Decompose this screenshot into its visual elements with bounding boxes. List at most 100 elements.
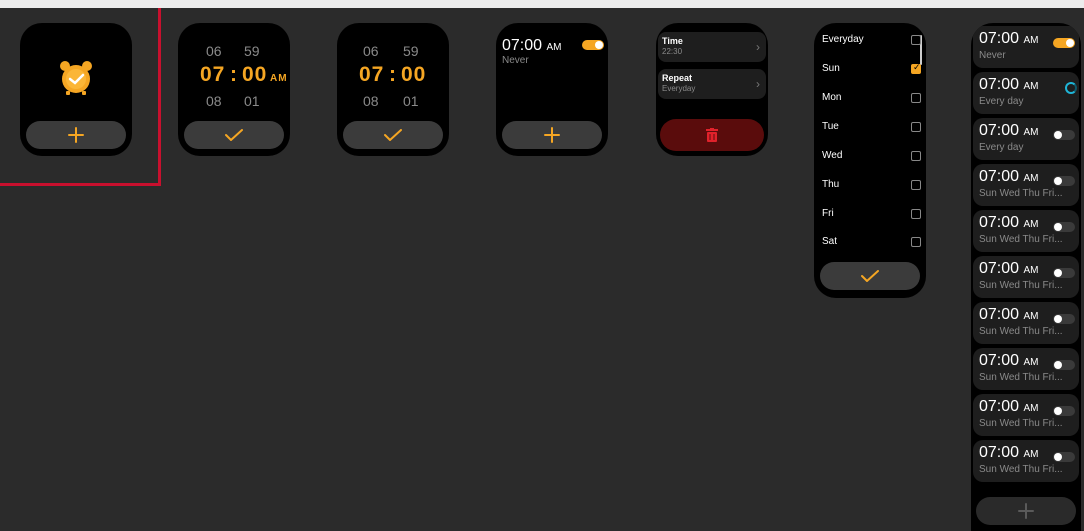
alarm-item[interactable]: 07:00 AM Sun Wed Thu Fri... (973, 440, 1079, 482)
selected-minute[interactable]: 00 (242, 63, 267, 87)
alarm-repeat: Sun Wed Thu Fri... (979, 234, 1063, 245)
checkbox[interactable] (911, 122, 921, 132)
alarm-item[interactable]: 07:00 AM Sun Wed Thu Fri... (973, 302, 1079, 344)
alarm-item[interactable]: 07:00 AM Sun Wed Thu Fri... (973, 164, 1079, 206)
checkbox[interactable] (911, 93, 921, 103)
alarm-time-value: 07:00 (979, 30, 1020, 47)
prev-hour[interactable]: 06 (363, 43, 379, 59)
prev-minute[interactable]: 59 (403, 43, 419, 59)
day-row-fri[interactable]: Fri (822, 205, 921, 225)
screen-alarm-list-single: 07:00 AM Never (496, 23, 608, 156)
time-separator: : (389, 63, 397, 86)
repeat-setting-row[interactable]: Repeat Everyday › (658, 69, 766, 99)
alarm-toggle[interactable] (1053, 222, 1075, 232)
alarm-time: 07:00 AM (979, 444, 1039, 462)
selected-hour[interactable]: 07 (359, 63, 384, 87)
alarm-ampm: AM (1023, 219, 1039, 230)
alarm-time: 07:00 AM (979, 260, 1039, 278)
alarm-item[interactable]: 07:00 AM Never (502, 37, 604, 71)
alarm-repeat: Sun Wed Thu Fri... (979, 418, 1063, 429)
day-row-wed[interactable]: Wed (822, 147, 921, 167)
prev-hour[interactable]: 06 (206, 43, 222, 59)
alarm-item[interactable]: 07:00 AM Sun Wed Thu Fri... (973, 348, 1079, 390)
alarm-item[interactable]: 07:00 AM Sun Wed Thu Fri... (973, 210, 1079, 252)
add-alarm-button[interactable] (502, 121, 602, 149)
day-row-sat[interactable]: Sat (822, 233, 921, 253)
alarm-toggle[interactable] (1053, 38, 1075, 48)
alarm-toggle[interactable] (1053, 176, 1075, 186)
alarm-repeat: Sun Wed Thu Fri... (979, 326, 1063, 337)
alarm-toggle[interactable] (1053, 314, 1075, 324)
alarm-toggle[interactable] (1053, 360, 1075, 370)
prev-minute[interactable]: 59 (244, 43, 260, 59)
checkbox[interactable] (911, 151, 921, 161)
alarm-toggle[interactable] (1053, 406, 1075, 416)
screen-alarm-list-full: 07:00 AM Never 07:00 AM Every day 07:00 … (971, 23, 1081, 531)
checkmark-icon (861, 270, 879, 282)
alarm-time-value: 07:00 (979, 352, 1020, 369)
alarm-item[interactable]: 07:00 AM Sun Wed Thu Fri... (973, 256, 1079, 298)
day-row-thu[interactable]: Thu (822, 176, 921, 196)
alarm-toggle[interactable] (1053, 452, 1075, 462)
delete-alarm-button[interactable] (660, 119, 764, 151)
next-hour[interactable]: 08 (206, 93, 222, 109)
time-setting-row[interactable]: Time 22:30 › (658, 32, 766, 62)
alarm-time: 07:00 AM (979, 398, 1039, 416)
alarm-item[interactable]: 07:00 AM Sun Wed Thu Fri... (973, 394, 1079, 436)
ampm-label[interactable]: AM (270, 73, 288, 84)
day-row-everyday[interactable]: Everyday (822, 31, 921, 51)
screen-empty-alarm (20, 23, 132, 156)
alarm-time-value: 07:00 (979, 76, 1020, 93)
alarm-time: 07:00 AM (979, 352, 1039, 370)
confirm-button[interactable] (820, 262, 920, 290)
day-row-sun[interactable]: Sun (822, 60, 921, 80)
checkbox-checked[interactable] (911, 62, 921, 74)
alarm-time-value: 07:00 (979, 168, 1020, 185)
top-strip (0, 0, 1084, 8)
alarm-time-value: 07:00 (979, 398, 1020, 415)
day-label: Wed (822, 150, 843, 161)
chevron-right-icon: › (756, 40, 760, 54)
alarm-toggle[interactable] (582, 40, 604, 50)
chevron-right-icon: › (756, 77, 760, 91)
alarm-repeat: Sun Wed Thu Fri... (979, 372, 1063, 383)
add-alarm-button[interactable] (26, 121, 126, 149)
add-alarm-button-disabled[interactable] (976, 497, 1076, 525)
day-row-tue[interactable]: Tue (822, 118, 921, 138)
checkbox[interactable] (911, 209, 921, 219)
alarm-ampm: AM (546, 42, 562, 53)
alarm-toggle[interactable] (1053, 130, 1075, 140)
selected-hour[interactable]: 07 (200, 63, 225, 87)
next-hour[interactable]: 08 (363, 93, 379, 109)
checkbox[interactable] (911, 237, 921, 247)
alarm-time: 07:00 AM (979, 122, 1039, 140)
next-minute[interactable]: 01 (403, 93, 419, 109)
selection-highlight-right (158, 8, 161, 186)
day-label: Tue (822, 121, 839, 132)
alarm-ampm: AM (1023, 403, 1039, 414)
checkbox[interactable] (911, 35, 921, 45)
alarm-time: 07:00 AM (979, 168, 1039, 186)
alarm-repeat: Every day (979, 96, 1024, 107)
alarm-ampm: AM (1023, 81, 1039, 92)
time-setting-label: Time (662, 36, 683, 46)
alarm-ampm: AM (1023, 173, 1039, 184)
alarm-repeat: Never (502, 55, 529, 66)
day-label: Everyday (822, 34, 864, 45)
next-minute[interactable]: 01 (244, 93, 260, 109)
selected-minute[interactable]: 00 (401, 63, 426, 87)
alarm-ampm: AM (1023, 127, 1039, 138)
day-row-mon[interactable]: Mon (822, 89, 921, 109)
alarm-item[interactable]: 07:00 AM Every day (973, 72, 1079, 114)
confirm-button[interactable] (184, 121, 284, 149)
day-label: Sun (822, 63, 840, 74)
alarm-toggle[interactable] (1053, 268, 1075, 278)
alarm-time-value: 07:00 (979, 260, 1020, 277)
repeat-setting-label: Repeat (662, 73, 693, 83)
alarm-item[interactable]: 07:00 AM Never (973, 26, 1079, 68)
checkbox[interactable] (911, 180, 921, 190)
alarm-repeat: Sun Wed Thu Fri... (979, 280, 1063, 291)
alarm-item[interactable]: 07:00 AM Every day (973, 118, 1079, 160)
alarm-repeat: Never (979, 50, 1006, 61)
confirm-button[interactable] (343, 121, 443, 149)
